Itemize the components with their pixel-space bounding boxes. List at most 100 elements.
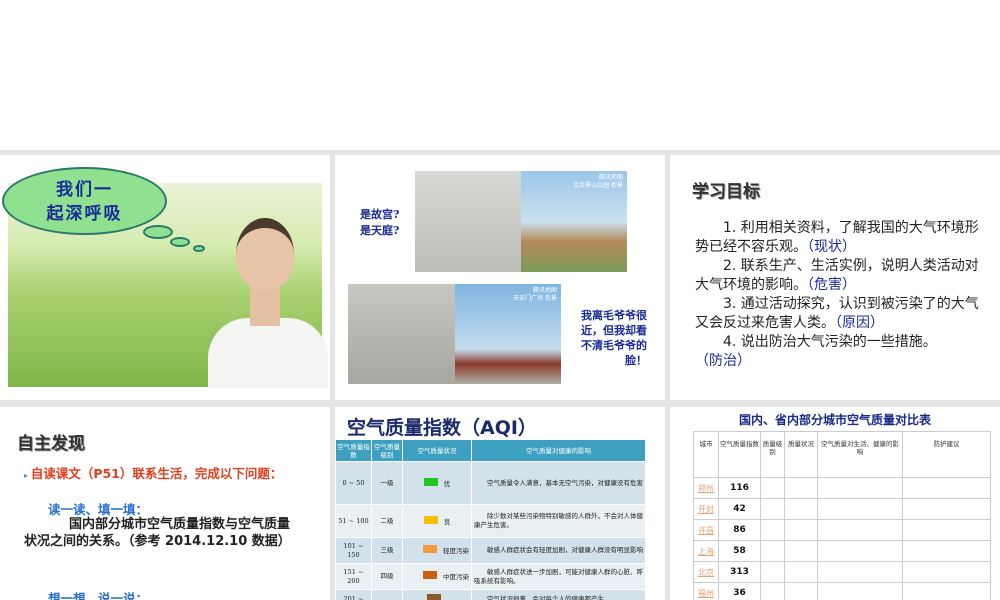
table-cell: 城市: [693, 431, 719, 478]
table-cell: 良: [402, 504, 472, 538]
level-color-swatch: [423, 545, 437, 553]
level-color-swatch: [427, 594, 441, 600]
table-cell: [784, 561, 818, 583]
city-comparison-table: 城市 空气质量指数 质量级别 质量状况 空气质量对生活、健康的影响 防护建议 郑州 116 …: [693, 431, 991, 600]
slide-title: 自主发现: [17, 434, 85, 454]
thought-bubble: 我们一 起深呼吸: [2, 167, 167, 235]
table-cell: 轻度污染: [402, 537, 472, 564]
question-text: 是故宫? 是天庭?: [360, 208, 400, 237]
table-row: 151 ~ 200 四级 中度污染 敏感人群症状进一步加剧，可能对健康人群的心脏、呼吸…: [335, 563, 646, 590]
table-cell: [817, 540, 903, 562]
table-row: 郑州 116: [693, 477, 991, 499]
table-cell: 福州: [693, 582, 719, 600]
table-cell: 空气质量指数: [718, 431, 761, 478]
bubble-dot: [170, 237, 190, 247]
table-cell: 敏感人群症状会有轻度加剧，对健康人群没有明显影响: [471, 537, 646, 564]
table-row: 开封 42: [693, 498, 991, 520]
table-cell: 101 ~ 150: [335, 537, 372, 564]
slide-title: 学习目标: [692, 182, 760, 202]
table-cell: [760, 498, 785, 520]
table-cell: 313: [718, 561, 761, 583]
table-cell: [817, 561, 903, 583]
slide-thumbnail-2[interactable]: 是故宫? 是天庭? 腾讯地图 北京景山公园 街景 腾讯地图 天安门广场 街景 我离毛爷…: [335, 155, 665, 400]
table-cell: [817, 519, 903, 541]
table-cell: [784, 519, 818, 541]
foggy-palace-photo: [415, 171, 521, 272]
table-cell: 空气质量状况: [402, 439, 472, 462]
table-row: 福州 36: [693, 582, 991, 600]
table-row: 北京 313: [693, 561, 991, 583]
table-cell: 116: [718, 477, 761, 499]
bullet-text: ▸ 自读课文（P51）联系生活，完成以下问题：: [24, 466, 283, 481]
table-cell: [760, 477, 785, 499]
table-cell: 二级: [371, 504, 403, 538]
table-row: 0 ~ 50 一级优空气质量令人满意，基本无空气污染，对健康没有危害: [335, 461, 646, 505]
aqi-table: 空气质量指数 空气质量级别 空气质量状况 空气质量对健康的影响 0 ~ 50 一级优空气…: [335, 439, 646, 600]
table-cell: [371, 589, 403, 600]
table-cell: 许昌: [693, 519, 719, 541]
table-cell: [760, 540, 785, 562]
table-cell: [902, 540, 991, 562]
slide-thumbnail-3[interactable]: 学习目标 1. 利用相关资料，了解我国的大气环境形势已经不容乐观。（现状） 2.…: [670, 155, 1000, 400]
table-cell: [760, 519, 785, 541]
table-cell: 201 ~: [335, 589, 372, 600]
table-cell: [402, 589, 472, 600]
slide-thumbnail-1[interactable]: 我们一 起深呼吸: [0, 155, 330, 400]
goal-item: 3. 通过活动探究，认识到被污染了的大气又会反过来危害人类。（原因）: [695, 296, 979, 331]
table-cell: 86: [718, 519, 761, 541]
slide-thumbnail-6[interactable]: 国内、省内部分城市空气质量对比表 城市 空气质量指数 质量级别 质量状况 空气质量对生活…: [670, 407, 1000, 600]
table-cell: [902, 477, 991, 499]
table-row: 201 ~ 空气状况很差，会对每个人的健康都产生: [335, 589, 646, 600]
table-cell: 空气质量对健康的影响: [471, 439, 646, 462]
table-cell: 质量级别: [760, 431, 785, 478]
table-cell: 36: [718, 582, 761, 600]
bubble-line-1: 我们一: [56, 180, 113, 200]
slide-title: 空气质量指数（AQI）: [347, 417, 537, 439]
table-cell: [817, 582, 903, 600]
table-cell: [784, 582, 818, 600]
level-color-swatch: [423, 477, 438, 486]
table-cell: 空气质量令人满意，基本无空气污染，对健康没有危害: [471, 461, 646, 505]
clear-palace-photo: 腾讯地图 北京景山公园 街景: [521, 171, 627, 272]
table-cell: [784, 477, 818, 499]
table-cell: 空气质量对生活、健康的影响: [817, 431, 903, 478]
goal-item: 1. 利用相关资料，了解我国的大气环境形势已经不容乐观。（现状）: [695, 220, 979, 255]
clear-tiananmen-photo: 腾讯地图 天安门广场 街景: [455, 284, 561, 384]
level-color-swatch: [423, 571, 437, 579]
remark-text: 我离毛爷爷很近，但我却看不清毛爷爷的脸！: [581, 309, 647, 367]
table-cell: 防护建议: [902, 431, 991, 478]
table-cell: 0 ~ 50: [335, 461, 372, 505]
table-cell: 空气质量指数: [335, 439, 372, 462]
table-cell: 空气状况很差，会对每个人的健康都产生: [471, 589, 646, 600]
table-cell: 一级: [371, 461, 403, 505]
foggy-tiananmen-photo: [348, 284, 455, 384]
level-color-swatch: [423, 515, 438, 524]
table-cell: 三级: [371, 537, 403, 564]
table-cell: 空气质量级别: [371, 439, 403, 462]
slide-thumbnail-5[interactable]: 空气质量指数（AQI） 空气质量指数 空气质量级别 空气质量状况 空气质量对健康的影响…: [335, 407, 665, 600]
table-cell: 郑州: [693, 477, 719, 499]
table-cell: 上海: [693, 540, 719, 562]
table-cell: [760, 582, 785, 600]
goal-item: 2. 联系生产、生活实例，说明人类活动对大气环境的影响。（危害）: [695, 258, 979, 293]
table-cell: 优: [402, 461, 472, 505]
table-cell: 四级: [371, 563, 403, 590]
slide-thumbnail-4[interactable]: 自主发现 ▸ 自读课文（P51）联系生活，完成以下问题： 读一读、填一填： 国内…: [0, 407, 330, 600]
table-cell: [902, 561, 991, 583]
bubble-line-2: 起深呼吸: [46, 204, 123, 224]
woman-figure: [208, 218, 328, 388]
table-row: 51 ~ 100 二级良除少数对某些污染物特别敏感的人群外，不会对人体健康产生危害…: [335, 504, 646, 538]
table-cell: [902, 582, 991, 600]
body-text: 国内部分城市空气质量指数与空气质量状况之间的关系。（参考 2014.12.10 …: [24, 517, 291, 549]
table-cell: 42: [718, 498, 761, 520]
table-cell: 151 ~ 200: [335, 563, 372, 590]
table-cell: [817, 498, 903, 520]
bubble-dot: [143, 225, 173, 239]
table-cell: 除少数对某些污染物特别敏感的人群外，不会对人体健康产生危害。: [471, 504, 646, 538]
bubble-dot: [193, 245, 205, 252]
slide-title: 国内、省内部分城市空气质量对比表: [738, 413, 931, 427]
table-cell: 中度污染: [402, 563, 472, 590]
table-cell: [760, 561, 785, 583]
table-cell: 质量状况: [784, 431, 818, 478]
table-row: 许昌 86: [693, 519, 991, 541]
